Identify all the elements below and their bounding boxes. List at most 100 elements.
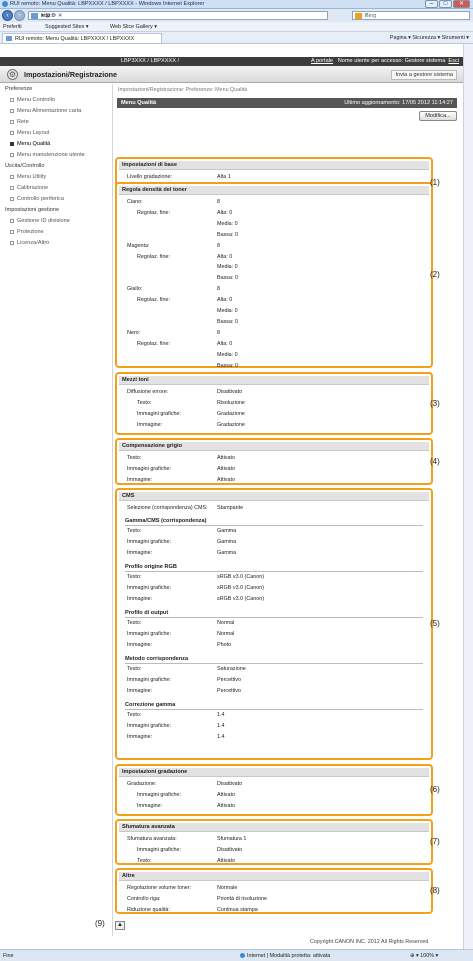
edit-button[interactable]: Modifica...	[419, 111, 457, 121]
sidebar-item-gestione-id[interactable]: Gestione ID divisione	[10, 218, 70, 224]
setting-label: Ciano:	[127, 199, 143, 205]
setting-row: Controllo riga: Priorità di risoluzione	[117, 896, 431, 905]
setting-row: Immagine: 1.4	[117, 734, 431, 743]
browser-tab[interactable]: RUI remoto: Menu Qualità: LBPXXXX / LBPX…	[2, 33, 162, 43]
logout-link[interactable]: Esci	[448, 58, 459, 64]
setting-row: Regolaz. fine: Alta: 0	[117, 341, 431, 350]
section-s3: Mezzi toni Diffusione errore: Disattivato T…	[115, 372, 433, 435]
sidebar-item-licenza-altro[interactable]: Licenza/Altro	[10, 240, 49, 246]
section-title: Regola densità del toner	[119, 186, 429, 195]
user-info: A portale Nome utente per accesso: Gesto…	[311, 58, 459, 64]
setting-value: Media: 0	[217, 351, 238, 358]
sidebar-item-label: Protezione	[17, 229, 44, 235]
setting-row: Regolazione volume toner: Normale	[117, 885, 431, 894]
forward-button[interactable]: ›	[14, 10, 25, 21]
sidebar-item-menu-layout[interactable]: Menu Layout	[10, 130, 49, 136]
sidebar-item-menu-qualita[interactable]: Menu Qualità	[10, 141, 50, 147]
bullet-icon	[10, 174, 14, 179]
setting-row: Bassa: 0	[117, 319, 431, 328]
status-bar: Fine Internet | Modalità protetta: attiv…	[0, 949, 473, 961]
sidebar-item-label: Menu Qualità	[17, 141, 51, 147]
url-input[interactable]: http:// ▾ ⊠ ↻ ✕	[28, 11, 328, 20]
setting-row: Immagine: Photo	[117, 642, 431, 651]
section-s6: Impostazioni gradazione Gradazione: Disatt…	[115, 764, 433, 816]
callout-s5: (5)	[430, 619, 440, 628]
address-bar: ‹ › http:// ▾ ⊠ ↻ ✕ Bing ⌕	[0, 9, 473, 22]
callout-s8: (8)	[430, 886, 440, 895]
setting-row: Testo: Attivato	[117, 858, 431, 867]
page-top-icon[interactable]: ▲	[115, 921, 125, 930]
zoom-control[interactable]: ⊕ ▾ 100% ▾	[410, 953, 438, 959]
setting-label: Regolazione volume toner:	[127, 885, 192, 891]
section-s8: Altre Regolazione volume toner: Normale Con…	[115, 868, 433, 914]
sidebar-item-label: Menu Controllo	[17, 97, 55, 103]
setting-row: Bassa: 0	[117, 232, 431, 241]
setting-row: Immagini grafiche: Gamma	[117, 539, 431, 548]
setting-value: Alta: 0	[217, 253, 233, 260]
setting-value: Percettivo	[217, 687, 241, 694]
cms-group-title: Gamma/CMS (corrispondenza)	[125, 517, 423, 526]
setting-value: Alta: 0	[217, 209, 233, 216]
sidebar-item-manutenzione-utente[interactable]: Menu manutenzione utente	[10, 152, 85, 158]
portal-link[interactable]: A portale	[311, 58, 333, 64]
bullet-icon	[10, 141, 14, 146]
setting-label: Diffusione errore:	[127, 389, 169, 395]
sidebar-item-label: Menu Utility	[17, 174, 47, 180]
setting-value: Photo	[217, 641, 232, 648]
setting-row: Immagine: Gamma	[117, 550, 431, 559]
page-icon	[31, 13, 38, 19]
setting-row: Riduzione qualità: Continua stampa	[117, 907, 431, 916]
status-text: Fine	[3, 953, 14, 959]
search-icon[interactable]: ⌕	[365, 12, 466, 19]
section-title: Altre	[119, 872, 429, 881]
setting-row: Immagini grafiche: Normal	[117, 631, 431, 640]
sidebar-item-alimentazione-carta[interactable]: Menu Alimentazione carta	[10, 108, 81, 114]
sidebar-item-label: Menu Layout	[17, 130, 50, 136]
web-slice-gallery-link[interactable]: Web Slice Gallery ▾	[110, 24, 157, 30]
setting-label: Testo:	[137, 857, 152, 864]
sidebar-item-calibrazione[interactable]: Calibrazione	[10, 185, 48, 191]
sidebar-item-rete[interactable]: Rete	[10, 119, 29, 125]
setting-row: Testo: Attivato	[117, 455, 431, 464]
callout-s1: (1)	[430, 178, 440, 187]
callout-s6: (6)	[430, 785, 440, 794]
globe-icon	[240, 953, 245, 959]
maximize-button[interactable]: □	[439, 0, 452, 8]
setting-row: Media: 0	[117, 264, 431, 273]
section-title: Sfumatura avanzata	[119, 823, 429, 832]
send-to-admin-link[interactable]: Invia a gestore sistema	[391, 70, 457, 80]
sidebar-item-menu-controllo[interactable]: Menu Controllo	[10, 97, 55, 103]
close-button[interactable]: ✕	[453, 0, 470, 8]
url-tools[interactable]: ▾ ⊠ ↻ ✕	[41, 13, 325, 19]
favorites-button[interactable]: Preferiti	[3, 24, 22, 30]
suggested-sites-link[interactable]: Suggested Sites ▾	[45, 24, 88, 30]
setting-label: Testo:	[127, 455, 142, 461]
setting-row: Giallo: 8	[117, 286, 431, 295]
back-button[interactable]: ‹	[2, 10, 13, 21]
setting-row: Testo: sRGB v3.0 (Canon)	[117, 574, 431, 583]
search-input[interactable]: Bing ⌕	[352, 11, 470, 20]
setting-row: Immagini grafiche: Disattivato	[117, 847, 431, 856]
section-s7: Sfumatura avanzata Sfumatura avanzata: Sfu…	[115, 819, 433, 865]
command-bar[interactable]: Pagina ▾ Sicurezza ▾ Strumenti ▾	[390, 35, 469, 41]
setting-value: Normal	[217, 630, 235, 637]
setting-row: Media: 0	[117, 308, 431, 317]
setting-label: Controllo riga:	[127, 895, 161, 902]
setting-value: Bassa: 0	[217, 231, 238, 238]
setting-value: Media: 0	[217, 264, 238, 271]
device-header: LBP3XXX / LBPXXXX / A portale Nome utent…	[0, 57, 463, 66]
callout-s3: (3)	[430, 398, 440, 408]
setting-row: Regolaz. fine: Alta: 0	[117, 210, 431, 219]
setting-value: Bassa: 0	[217, 362, 238, 369]
setting-row: Immagine: Attivato	[117, 803, 431, 812]
favorites-bar: Preferiti Suggested Sites ▾ Web Slice Ga…	[0, 22, 473, 32]
sidebar-item-controllo-periferica[interactable]: Controllo periferica	[10, 196, 64, 202]
setting-row: Immagini grafiche: Attivato	[117, 466, 431, 475]
sidebar-item-protezione[interactable]: Protezione	[10, 229, 44, 235]
minimize-button[interactable]: –	[425, 0, 438, 8]
bullet-icon	[10, 130, 14, 135]
window-titlebar: RUI remoto: Menu Qualità: LBPXXXX / LBPX…	[0, 0, 473, 9]
setting-value: Attivato	[217, 465, 235, 472]
sidebar-item-menu-utility[interactable]: Menu Utility	[10, 174, 46, 180]
vertical-scrollbar[interactable]	[463, 44, 473, 949]
